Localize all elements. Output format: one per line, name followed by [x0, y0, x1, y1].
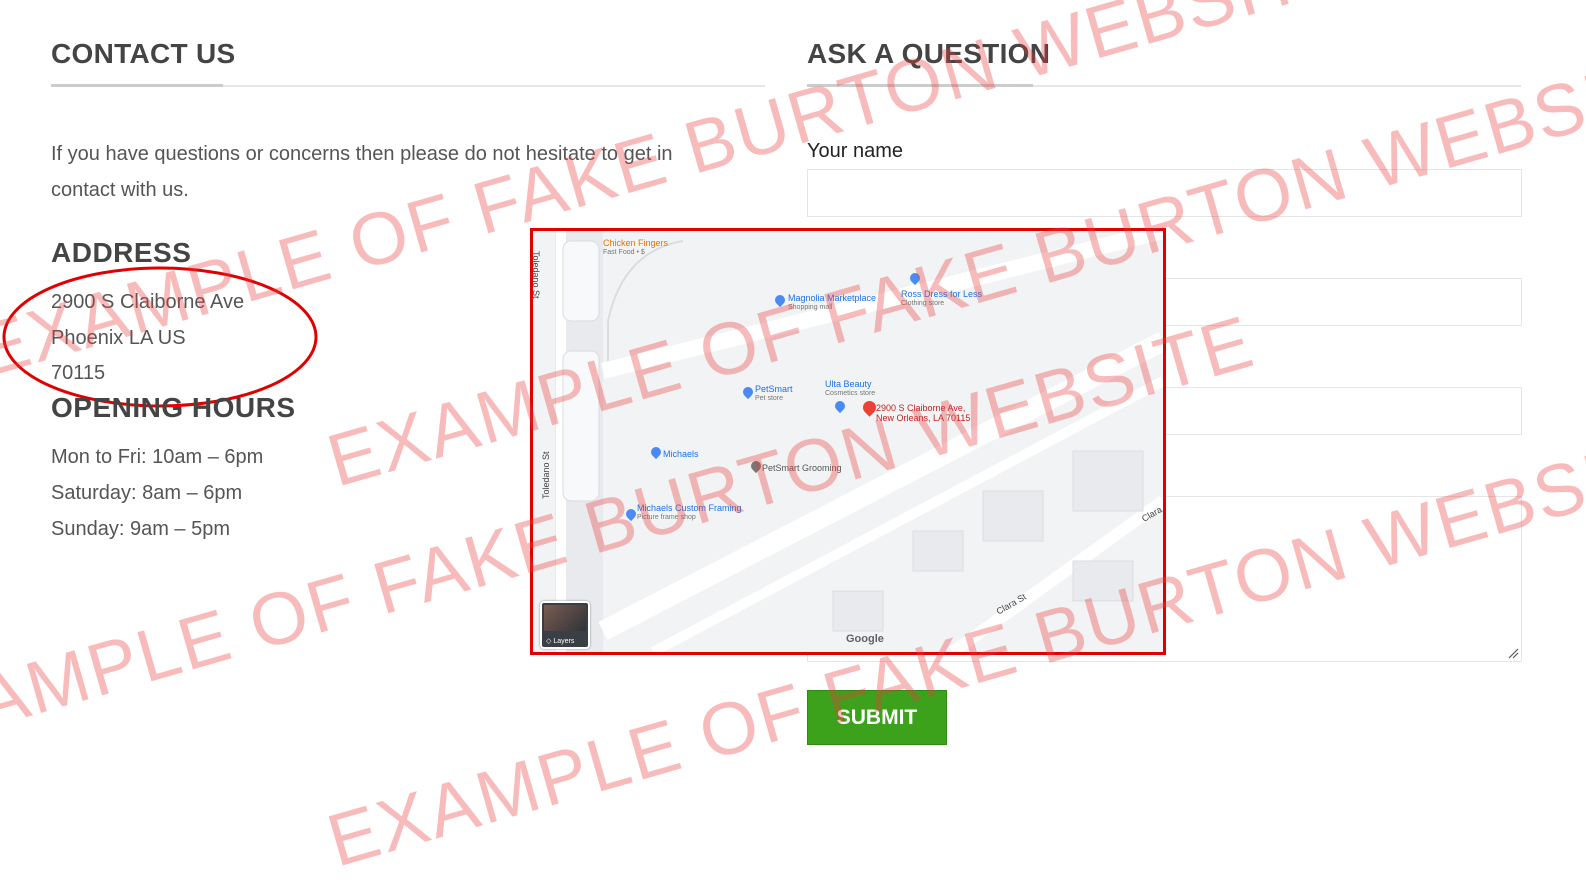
- map-street-label: Toledano St: [531, 251, 541, 299]
- hours-sunday: Sunday: 9am – 5pm: [51, 518, 230, 540]
- map-poi[interactable]: PetSmart Grooming: [762, 463, 842, 473]
- map-poi[interactable]: Ross Dress for Less Clothing store: [901, 289, 982, 309]
- map-embed[interactable]: Toledano St Toledano St Clara St Clara C…: [530, 228, 1166, 655]
- resize-handle-icon[interactable]: [1507, 647, 1519, 659]
- map-marker-label: 2900 S Claiborne Ave, New Orleans, LA 701…: [876, 403, 971, 423]
- address-highlight-circle: [2, 266, 318, 408]
- name-input[interactable]: [807, 169, 1522, 217]
- map-poi[interactable]: Ulta Beauty Cosmetics store: [825, 379, 875, 399]
- layers-label: ◇ Layers: [546, 638, 575, 645]
- map-poi[interactable]: PetSmart Pet store: [755, 384, 793, 404]
- hours-title: OPENING HOURS: [51, 392, 296, 423]
- question-divider-accent: [807, 84, 1033, 87]
- contact-intro-line2: contact with us.: [51, 179, 189, 201]
- contact-divider-accent: [51, 84, 223, 87]
- submit-button[interactable]: SUBMIT: [807, 690, 947, 745]
- map-poi[interactable]: Michaels: [663, 449, 699, 459]
- contact-intro-line1: If you have questions or concerns then p…: [51, 143, 673, 165]
- satellite-thumbnail: [544, 605, 586, 631]
- hours-saturday: Saturday: 8am – 6pm: [51, 482, 243, 504]
- map-poi[interactable]: Chicken Fingers Fast Food • $: [603, 238, 668, 258]
- map-poi[interactable]: Michaels Custom Framing Picture frame sho…: [637, 503, 742, 523]
- map-poi[interactable]: Magnolia Marketplace Shopping mall: [788, 293, 876, 313]
- name-label: Your name: [807, 140, 903, 162]
- map-street-label: Toledano St: [541, 451, 551, 499]
- question-title: ASK A QUESTION: [807, 38, 1051, 69]
- hours-weekday: Mon to Fri: 10am – 6pm: [51, 446, 264, 468]
- contact-title: CONTACT US: [51, 38, 236, 69]
- layers-button[interactable]: ◇ Layers: [540, 601, 590, 649]
- google-logo: Google: [846, 633, 884, 645]
